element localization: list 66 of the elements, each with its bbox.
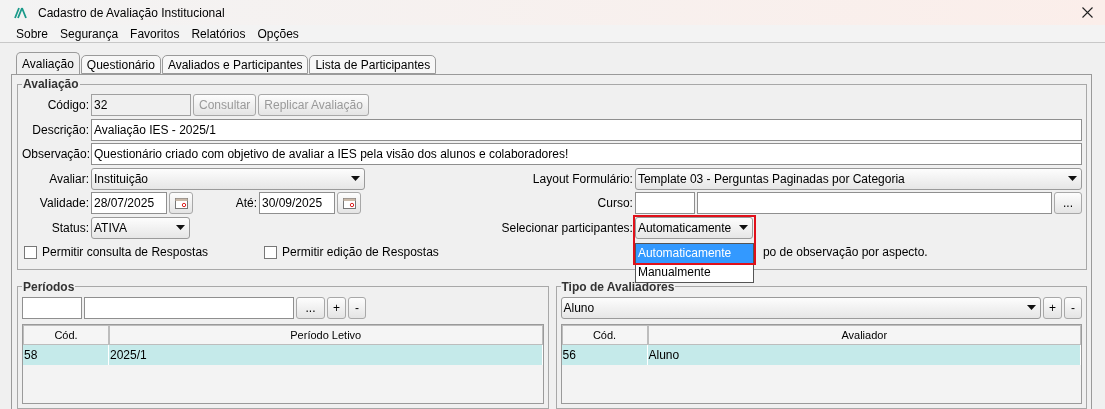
menu-item[interactable]: Relatórios: [185, 26, 252, 41]
checkbox-label: po de observação por aspecto.: [762, 245, 928, 260]
column-header[interactable]: Cód.: [561, 325, 648, 345]
period-name-field[interactable]: [84, 296, 294, 319]
tab[interactable]: Lista de Participantes: [309, 55, 437, 74]
group-title: Períodos: [22, 279, 76, 294]
evaluate-select[interactable]: Instituição: [91, 167, 365, 190]
field-label: Até:: [234, 196, 257, 211]
code-field[interactable]: 32: [91, 94, 191, 117]
browse-button[interactable]: ...: [1054, 192, 1082, 215]
small-button[interactable]: +: [327, 296, 346, 319]
group-title: Tipo de Avaliadores: [560, 279, 676, 294]
calendar-icon: [174, 197, 188, 209]
checkbox-label: Permitir consulta de Respostas: [42, 245, 209, 260]
course-code-field[interactable]: [634, 192, 695, 215]
calendar-button[interactable]: [169, 192, 193, 215]
field-label: Layout Formulário:: [531, 171, 633, 186]
window-title: Cadastro de Avaliação Institucional: [38, 5, 226, 20]
checkbox-label: Permitir edição de Respostas: [282, 245, 439, 260]
calendar-button[interactable]: [337, 192, 361, 215]
period-code-field[interactable]: [22, 296, 82, 319]
checkbox[interactable]: [24, 245, 37, 259]
evaluator-select[interactable]: Aluno: [560, 296, 1041, 319]
small-button[interactable]: +: [1043, 296, 1062, 319]
table-cell: 2025/1: [109, 345, 543, 365]
dropdown-arrow-icon: [176, 225, 185, 231]
observation-field[interactable]: Questionário criado com objetivo de avaliar a IES pela visão dos alunos e colaboradores!: [91, 143, 1082, 166]
layout-select[interactable]: Template 03 - Perguntas Paginadas por Categoria: [634, 167, 1082, 190]
table-cell: 56: [561, 345, 648, 365]
field-label: Validade:: [38, 196, 89, 211]
tab[interactable]: Questionário: [80, 55, 161, 74]
field-label: Selecionar participantes:: [500, 220, 633, 235]
date-field[interactable]: 30/09/2025: [259, 192, 335, 215]
small-button[interactable]: -: [348, 296, 366, 319]
dropdown-arrow-icon: [1027, 305, 1036, 311]
table-cell: Aluno: [647, 345, 1081, 365]
field-label: Código:: [46, 98, 89, 113]
menu-item[interactable]: Sobre: [10, 26, 55, 41]
column-header[interactable]: Cód.: [23, 325, 109, 345]
dropdown-arrow-icon: [1068, 176, 1077, 182]
field-label: Avaliar:: [48, 171, 89, 186]
checkbox[interactable]: [264, 245, 278, 259]
field-label: Status:: [50, 220, 89, 235]
field-label: Descrição:: [31, 122, 89, 137]
close-icon[interactable]: [1082, 7, 1093, 19]
table-cell: 58: [23, 345, 109, 365]
column-header[interactable]: Período Letivo: [109, 325, 543, 345]
small-button[interactable]: -: [1064, 296, 1082, 319]
date-field[interactable]: 28/07/2025: [91, 192, 167, 215]
calendar-icon: [342, 197, 356, 209]
column-header[interactable]: Avaliador: [647, 325, 1081, 345]
menu-item[interactable]: Favoritos: [124, 26, 186, 41]
browse-button[interactable]: ...: [296, 296, 325, 319]
status-select[interactable]: ATIVA: [91, 216, 190, 239]
dropdown-arrow-icon: [351, 176, 360, 182]
description-field[interactable]: Avaliação IES - 2025/1: [91, 118, 1082, 141]
field-label: Observação:: [22, 147, 89, 162]
field-label: Curso:: [596, 196, 633, 211]
course-name-field[interactable]: [696, 192, 1052, 215]
app-logo-icon: [14, 6, 28, 19]
tab[interactable]: Avaliação: [16, 52, 80, 74]
tab[interactable]: Avaliados e Participantes: [161, 55, 309, 74]
dropdown-arrow-icon: [738, 225, 748, 231]
menu-item[interactable]: Segurança: [54, 26, 125, 41]
group-title: Avaliação: [22, 77, 80, 91]
menu-item[interactable]: Opções: [251, 26, 305, 41]
